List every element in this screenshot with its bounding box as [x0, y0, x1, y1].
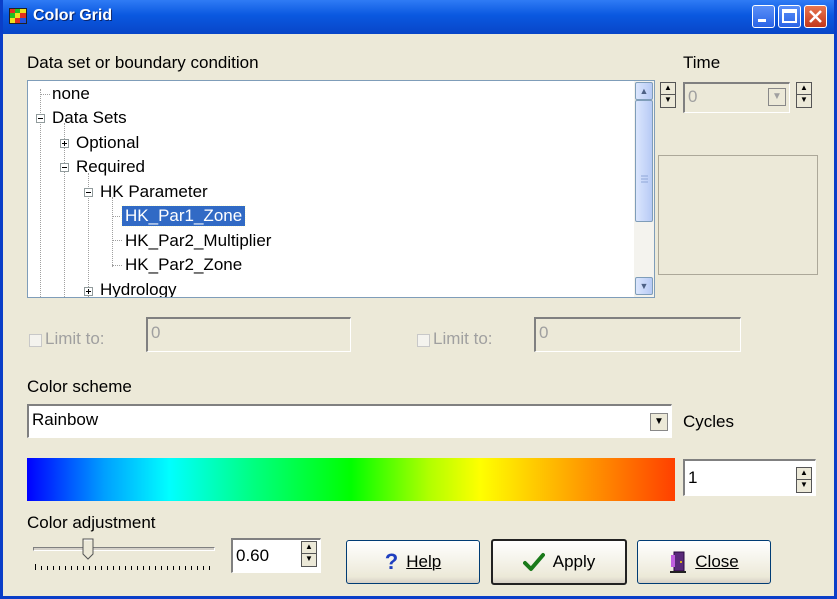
scroll-thumb[interactable] [635, 100, 653, 222]
cycles-label: Cycles [683, 412, 735, 431]
adjustment-value: 0.60 [236, 546, 270, 565]
time-select[interactable]: 0 ▼ [683, 82, 790, 113]
adjustment-spin[interactable]: ▲ ▼ [301, 541, 317, 567]
expand-icon[interactable] [60, 139, 69, 148]
tree-connector [112, 240, 122, 241]
tree-item-hydrology[interactable]: Hydrology [100, 280, 177, 297]
apply-button[interactable]: Apply [491, 539, 627, 585]
color-scheme-select[interactable]: Rainbow ▼ [27, 404, 672, 438]
tree-connector [64, 123, 65, 297]
scroll-down-arrow-icon[interactable]: ▼ [635, 277, 653, 295]
collapse-icon[interactable] [84, 188, 93, 197]
collapse-icon[interactable] [36, 114, 45, 123]
apply-button-label: Apply [552, 552, 596, 571]
checkmark-icon [522, 553, 545, 571]
tree-connector [40, 94, 50, 95]
adjustment-slider-thumb[interactable] [82, 538, 94, 560]
legend-group-box [658, 155, 818, 275]
limit-max-input[interactable]: 0 [534, 317, 741, 352]
help-button[interactable]: ? Help [346, 540, 480, 584]
dropdown-arrow-icon[interactable]: ▼ [650, 413, 668, 431]
tree-item-data-sets[interactable]: Data Sets [52, 108, 127, 128]
close-icon [809, 10, 822, 23]
dropdown-arrow-icon[interactable]: ▼ [768, 88, 786, 106]
color-grid-app-icon [9, 8, 27, 24]
grip-icon [641, 175, 648, 183]
adjustment-slider-track[interactable] [33, 547, 215, 551]
tree-connector [112, 216, 122, 217]
close-window-button[interactable] [804, 5, 827, 28]
close-button-label: Close [695, 552, 739, 571]
tree-connector [112, 265, 122, 266]
dataset-tree[interactable]: none Data Sets Optional Required HK Para… [27, 80, 655, 298]
limit-min-label: Limit to: [45, 329, 105, 348]
time-value: 0 [688, 87, 698, 106]
tree-item-optional[interactable]: Optional [76, 133, 139, 153]
color-scale-preview [27, 458, 675, 501]
maximize-icon [782, 9, 797, 23]
tree-item-required[interactable]: Required [76, 157, 145, 177]
title-bar[interactable]: Color Grid [3, 0, 834, 34]
minimize-button[interactable] [752, 5, 775, 28]
maximize-button[interactable] [778, 5, 801, 28]
tree-connector [112, 197, 113, 267]
limit-min-input[interactable]: 0 [146, 317, 351, 352]
cycles-spin[interactable]: ▲ ▼ [796, 467, 812, 493]
collapse-icon[interactable] [60, 163, 69, 172]
limit-min-value: 0 [151, 323, 161, 342]
tree-item-hk-par2-zone[interactable]: HK_Par2_Zone [125, 255, 242, 275]
color-grid-dialog: Color Grid Data set or boundary conditio… [0, 0, 837, 599]
limit-max-checkbox[interactable] [417, 334, 430, 347]
time-label: Time [683, 53, 721, 72]
cycles-value: 1 [688, 468, 698, 487]
color-scheme-label: Color scheme [27, 377, 132, 396]
tree-item-none[interactable]: none [52, 84, 90, 104]
scroll-up-arrow-icon[interactable]: ▲ [635, 82, 653, 100]
dataset-spin[interactable]: ▲ ▼ [660, 82, 676, 108]
limit-max-value: 0 [539, 323, 549, 342]
close-button[interactable]: Close [637, 540, 771, 584]
tree-item-hk-par2-multiplier[interactable]: HK_Par2_Multiplier [125, 231, 271, 251]
exit-door-icon [670, 551, 687, 573]
help-button-label: Help [406, 552, 442, 571]
limit-max-label: Limit to: [433, 329, 493, 348]
tree-item-hk-parameter[interactable]: HK Parameter [100, 182, 208, 202]
limit-min-checkbox[interactable] [29, 334, 42, 347]
expand-icon[interactable] [84, 287, 93, 296]
color-scheme-value: Rainbow [32, 410, 99, 429]
dataset-label: Data set or boundary condition [27, 53, 259, 72]
question-mark-icon: ? [384, 549, 399, 574]
minimize-icon [758, 19, 766, 22]
tree-scrollbar[interactable]: ▲ ▼ [634, 81, 654, 297]
time-spin[interactable]: ▲ ▼ [796, 82, 812, 108]
color-adjustment-label: Color adjustment [27, 513, 156, 532]
slider-ticks [35, 564, 210, 570]
window-title: Color Grid [33, 7, 113, 24]
tree-item-hk-par1-zone[interactable]: HK_Par1_Zone [120, 205, 247, 227]
